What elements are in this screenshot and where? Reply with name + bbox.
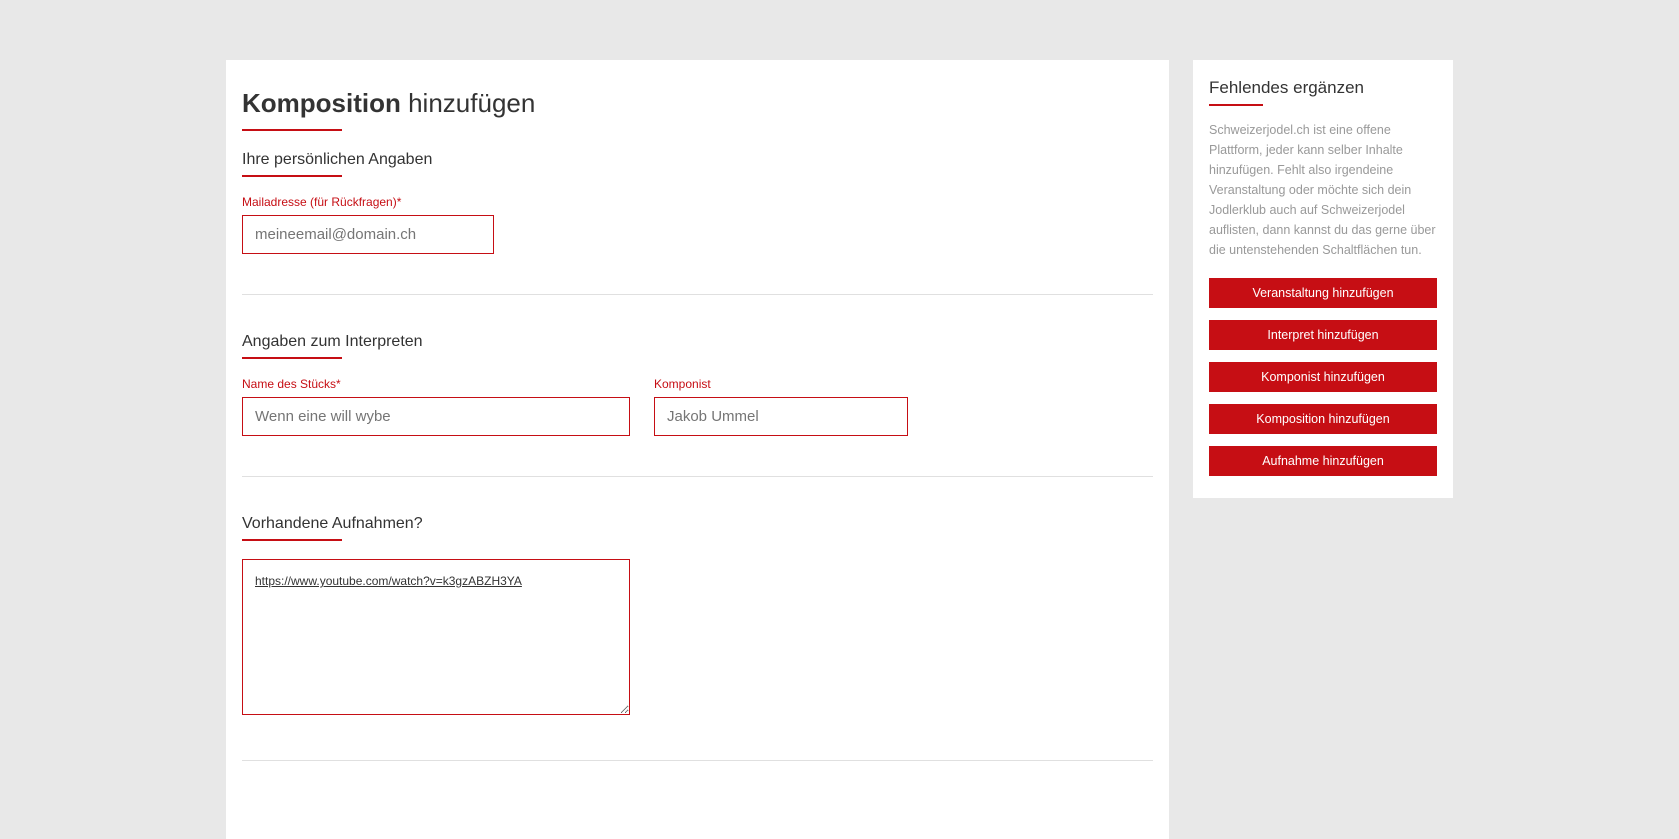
email-field[interactable] [242, 215, 494, 254]
recordings-textarea[interactable]: https://www.youtube.com/watch?v=k3gzABZH… [242, 559, 630, 715]
section-personal-heading: Ihre persönlichen Angaben [242, 151, 432, 177]
sidebar-description: Schweizerjodel.ch ist eine offene Plattf… [1209, 120, 1437, 260]
divider [242, 294, 1153, 295]
add-composition-button[interactable]: Komposition hinzufügen [1209, 404, 1437, 434]
email-label: Mailadresse (für Rückfragen)* [242, 195, 1153, 209]
divider [242, 760, 1153, 761]
page-title-rest: hinzufügen [401, 88, 535, 118]
sidebar-panel: Fehlendes ergänzen Schweizerjodel.ch ist… [1193, 60, 1453, 498]
sidebar-heading: Fehlendes ergänzen [1209, 78, 1364, 106]
page-title: Komposition hinzufügen [242, 88, 535, 131]
composer-field[interactable] [654, 397, 908, 436]
section-recordings-heading: Vorhandene Aufnahmen? [242, 515, 423, 541]
piece-name-field[interactable] [242, 397, 630, 436]
main-form-panel: Komposition hinzufügen Ihre persönlichen… [226, 60, 1169, 839]
piece-name-label: Name des Stücks* [242, 377, 630, 391]
page-title-bold: Komposition [242, 88, 401, 118]
add-interpret-button[interactable]: Interpret hinzufügen [1209, 320, 1437, 350]
divider [242, 476, 1153, 477]
add-recording-button[interactable]: Aufnahme hinzufügen [1209, 446, 1437, 476]
composer-label: Komponist [654, 377, 908, 391]
add-event-button[interactable]: Veranstaltung hinzufügen [1209, 278, 1437, 308]
add-composer-button[interactable]: Komponist hinzufügen [1209, 362, 1437, 392]
section-interpret-heading: Angaben zum Interpreten [242, 333, 423, 359]
